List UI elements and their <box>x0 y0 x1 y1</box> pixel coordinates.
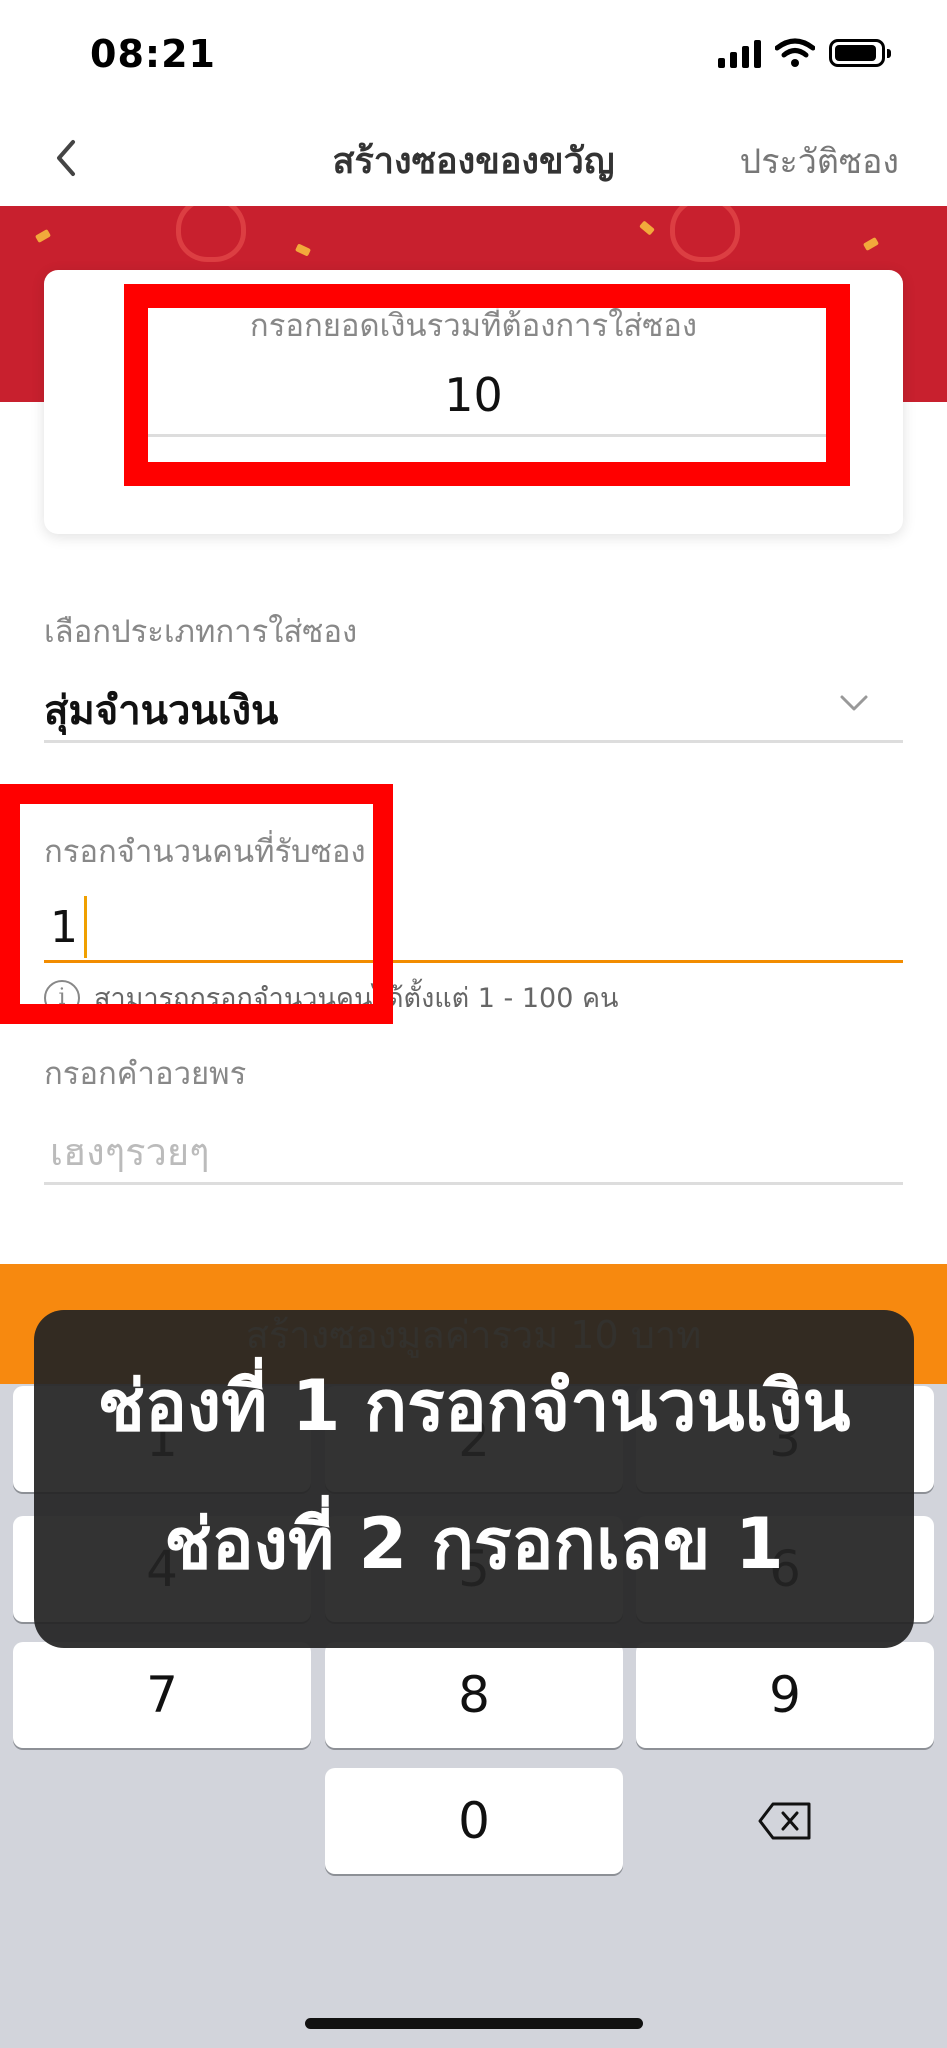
backspace-icon <box>758 1802 811 1840</box>
wifi-icon <box>775 38 815 67</box>
wish-input[interactable] <box>44 1122 903 1182</box>
overlay-line-2: ช่องที่ 2 กรอกเลข 1 <box>164 1503 784 1585</box>
confetti-decoration <box>294 243 312 257</box>
wish-underline <box>44 1182 903 1185</box>
battery-icon <box>829 39 891 67</box>
cellular-signal-icon <box>718 38 761 68</box>
home-indicator[interactable] <box>305 2018 643 2029</box>
status-time: 08:21 <box>90 32 216 76</box>
key-8[interactable]: 8 <box>325 1642 623 1748</box>
lantern-decoration <box>176 206 246 262</box>
overlay-line-1: ช่องที่ 1 กรอกจำนวนเงิน <box>97 1365 851 1447</box>
delete-key[interactable] <box>636 1768 934 1874</box>
instruction-overlay: ช่องที่ 1 กรอกจำนวนเงิน ช่องที่ 2 กรอกเล… <box>34 1310 914 1648</box>
confetti-decoration <box>862 237 880 251</box>
highlight-box-amount <box>124 284 850 486</box>
highlight-box-recipients <box>0 784 393 1024</box>
confetti-decoration <box>639 220 655 236</box>
envelope-type-label: เลือกประเภทการใส่ซอง <box>44 614 358 650</box>
key-9[interactable]: 9 <box>636 1642 934 1748</box>
history-link[interactable]: ประวัติซอง <box>740 134 899 188</box>
envelope-type-underline <box>44 740 903 743</box>
confetti-decoration <box>34 229 52 243</box>
wish-label: กรอกคำอวยพร <box>44 1056 247 1092</box>
envelope-type-select[interactable]: สุ่มจำนวนเงิน <box>44 678 278 742</box>
chevron-down-icon[interactable] <box>839 688 869 718</box>
nav-header: สร้างซองของขวัญ ประวัติซอง <box>0 110 947 206</box>
key-0[interactable]: 0 <box>325 1768 623 1874</box>
status-bar: 08:21 <box>0 0 947 110</box>
key-7[interactable]: 7 <box>13 1642 311 1748</box>
status-icons <box>718 38 891 68</box>
lantern-decoration <box>670 206 740 262</box>
